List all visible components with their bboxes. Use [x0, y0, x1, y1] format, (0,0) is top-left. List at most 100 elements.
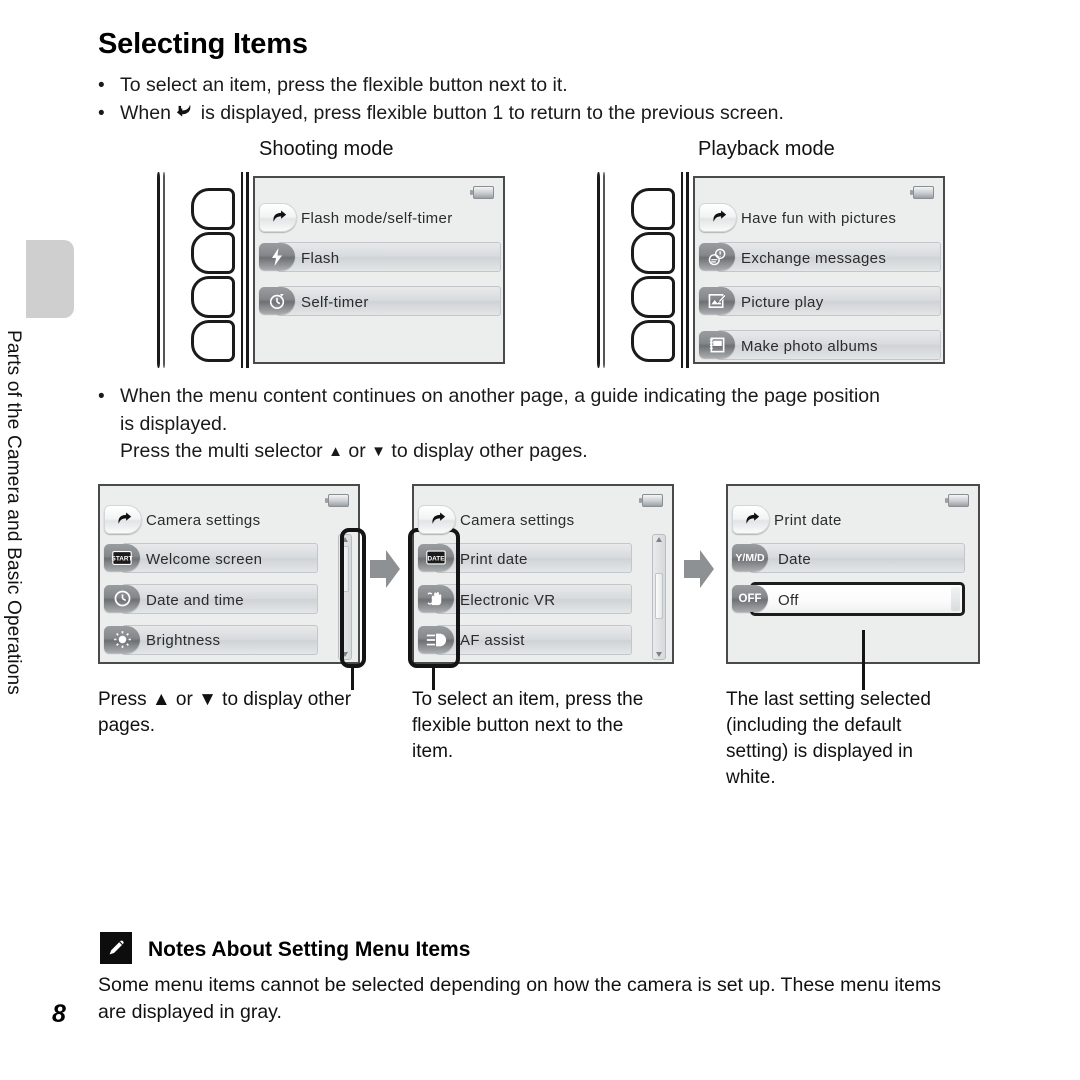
lcd-row-label: Picture play: [741, 294, 824, 311]
back-arrow-icon[interactable]: [259, 203, 297, 232]
playback-mode-label: Playback mode: [698, 138, 835, 160]
caption-line: (including the default: [726, 715, 902, 736]
svg-text:DATE: DATE: [428, 556, 446, 563]
camera-body-edge: [155, 172, 167, 368]
flexible-button-2[interactable]: [191, 232, 235, 274]
multi-selector-up-icon: ▲: [328, 443, 343, 460]
lcd-row-label: Exchange messages: [741, 250, 887, 267]
intro-bullet-list: • To select an item, press the flexible …: [98, 72, 998, 130]
callout-leader-line: [862, 630, 865, 690]
scroll-down-icon[interactable]: [342, 652, 348, 657]
caption-line: pages.: [98, 715, 156, 736]
camera-body-edge: [595, 172, 607, 368]
lcd-title-label: Have fun with pictures: [741, 210, 897, 227]
back-arrow-icon[interactable]: [699, 203, 737, 232]
brightness-icon[interactable]: [104, 626, 140, 653]
caption-2: To select an item, press the flexible bu…: [412, 687, 682, 765]
notes-line: are displayed in gray.: [98, 1001, 282, 1023]
electronic-vr-icon[interactable]: [418, 585, 454, 612]
middle-bullet-block: • When the menu content continues on ano…: [98, 383, 998, 465]
camera-body-rail: [241, 172, 250, 368]
scroll-up-icon[interactable]: [656, 537, 662, 542]
battery-icon: [470, 186, 494, 199]
list-item: • When is displayed, press flexible butt…: [98, 100, 998, 129]
self-timer-icon[interactable]: [259, 287, 295, 314]
scrollbar-thumb[interactable]: [341, 546, 349, 592]
ymd-icon[interactable]: Y/M/D: [732, 544, 768, 571]
back-arrow-icon[interactable]: [732, 505, 770, 534]
lcd-row-label: Welcome screen: [146, 551, 263, 568]
playback-mode-lcd: Have fun with pictures Exchange messages…: [693, 176, 945, 364]
battery-icon: [325, 494, 349, 507]
battery-icon: [910, 186, 934, 199]
caption-line: The last setting selected: [726, 689, 931, 710]
list-item: • To select an item, press the flexible …: [98, 72, 998, 99]
clock-icon[interactable]: [104, 585, 140, 612]
bullet-text-line2: is displayed.: [120, 413, 228, 435]
bullet-text-line3-after: to display other pages.: [385, 440, 588, 462]
lcd-row-label: Print date: [460, 551, 528, 568]
scroll-down-icon[interactable]: [656, 652, 662, 657]
page-scrollbar[interactable]: [338, 534, 352, 660]
flexible-button-1[interactable]: [631, 188, 675, 230]
flexible-button-4[interactable]: [631, 320, 675, 362]
flexible-button-2[interactable]: [631, 232, 675, 274]
flexible-button-4[interactable]: [191, 320, 235, 362]
lcd-row-label: Flash: [301, 250, 340, 267]
lcd-row-label: Self-timer: [301, 294, 369, 311]
back-arrow-icon[interactable]: [418, 505, 456, 534]
manual-page: Parts of the Camera and Basic Operations…: [0, 0, 1080, 1080]
right-arrow-icon: [682, 548, 716, 590]
flash-icon[interactable]: [259, 243, 295, 270]
bullet-text-before: When: [120, 102, 177, 124]
flexible-button-1[interactable]: [191, 188, 235, 230]
lcd-title-label: Print date: [774, 512, 842, 529]
section-tab-label: Parts of the Camera and Basic Operations: [3, 330, 24, 695]
print-date-icon[interactable]: DATE: [418, 544, 454, 571]
page-scrollbar[interactable]: [652, 534, 666, 660]
sequence-screen-1: Camera settings START Welcome screen Dat…: [98, 484, 360, 664]
page-number: 8: [52, 1000, 66, 1028]
caption-3: The last setting selected (including the…: [726, 687, 986, 791]
bullet-text-line3-mid: or: [342, 440, 372, 462]
section-tab-marker: [26, 240, 74, 318]
list-item: • When the menu content continues on ano…: [98, 383, 998, 410]
lcd-row-label: Brightness: [146, 632, 221, 649]
picture-play-icon[interactable]: [699, 287, 735, 314]
scroll-up-icon[interactable]: [342, 537, 348, 542]
welcome-screen-icon[interactable]: START: [104, 544, 140, 571]
battery-icon: [639, 494, 663, 507]
shooting-mode-label: Shooting mode: [259, 138, 394, 160]
camera-body-rail: [681, 172, 690, 368]
bullet-text-after: is displayed, press flexible button 1 to…: [195, 102, 784, 124]
notes-heading: Notes About Setting Menu Items: [148, 938, 471, 961]
playback-mode-device: Have fun with pictures Exchange messages…: [595, 172, 945, 368]
photo-album-icon[interactable]: [699, 331, 735, 358]
notes-line: Some menu items cannot be selected depen…: [98, 974, 941, 996]
pencil-note-icon: [100, 932, 132, 964]
sequence-screen-2: Camera settings DATE Print date Electron…: [412, 484, 674, 664]
lcd-row-label: Make photo albums: [741, 338, 878, 355]
svg-text:START: START: [112, 555, 133, 562]
notes-body: Some menu items cannot be selected depen…: [98, 972, 998, 1026]
af-assist-icon[interactable]: [418, 626, 454, 653]
multi-selector-down-icon: ▼: [371, 443, 386, 460]
bullet-dot: •: [98, 386, 105, 407]
lcd-title-label: Flash mode/self-timer: [301, 210, 453, 227]
caption-line: setting) is displayed in: [726, 741, 913, 762]
exchange-messages-icon[interactable]: [699, 243, 735, 270]
scrollbar-thumb[interactable]: [655, 573, 663, 619]
bullet-text-line1: When the menu content continues on anoth…: [120, 385, 880, 407]
shooting-mode-device: Flash mode/self-timer Flash Self-timer: [155, 172, 505, 368]
right-arrow-icon: [368, 548, 402, 590]
back-arrow-icon[interactable]: [104, 505, 142, 534]
lcd-title-label: Camera settings: [460, 512, 575, 529]
caption-line: flexible button next to the: [412, 715, 624, 736]
ymd-icon-label: Y/M/D: [735, 551, 765, 564]
shooting-mode-lcd: Flash mode/self-timer Flash Self-timer: [253, 176, 505, 364]
off-icon[interactable]: OFF: [732, 585, 768, 612]
bullet-dot: •: [98, 75, 105, 96]
flexible-button-3[interactable]: [191, 276, 235, 318]
caption-line: item.: [412, 741, 454, 762]
flexible-button-3[interactable]: [631, 276, 675, 318]
